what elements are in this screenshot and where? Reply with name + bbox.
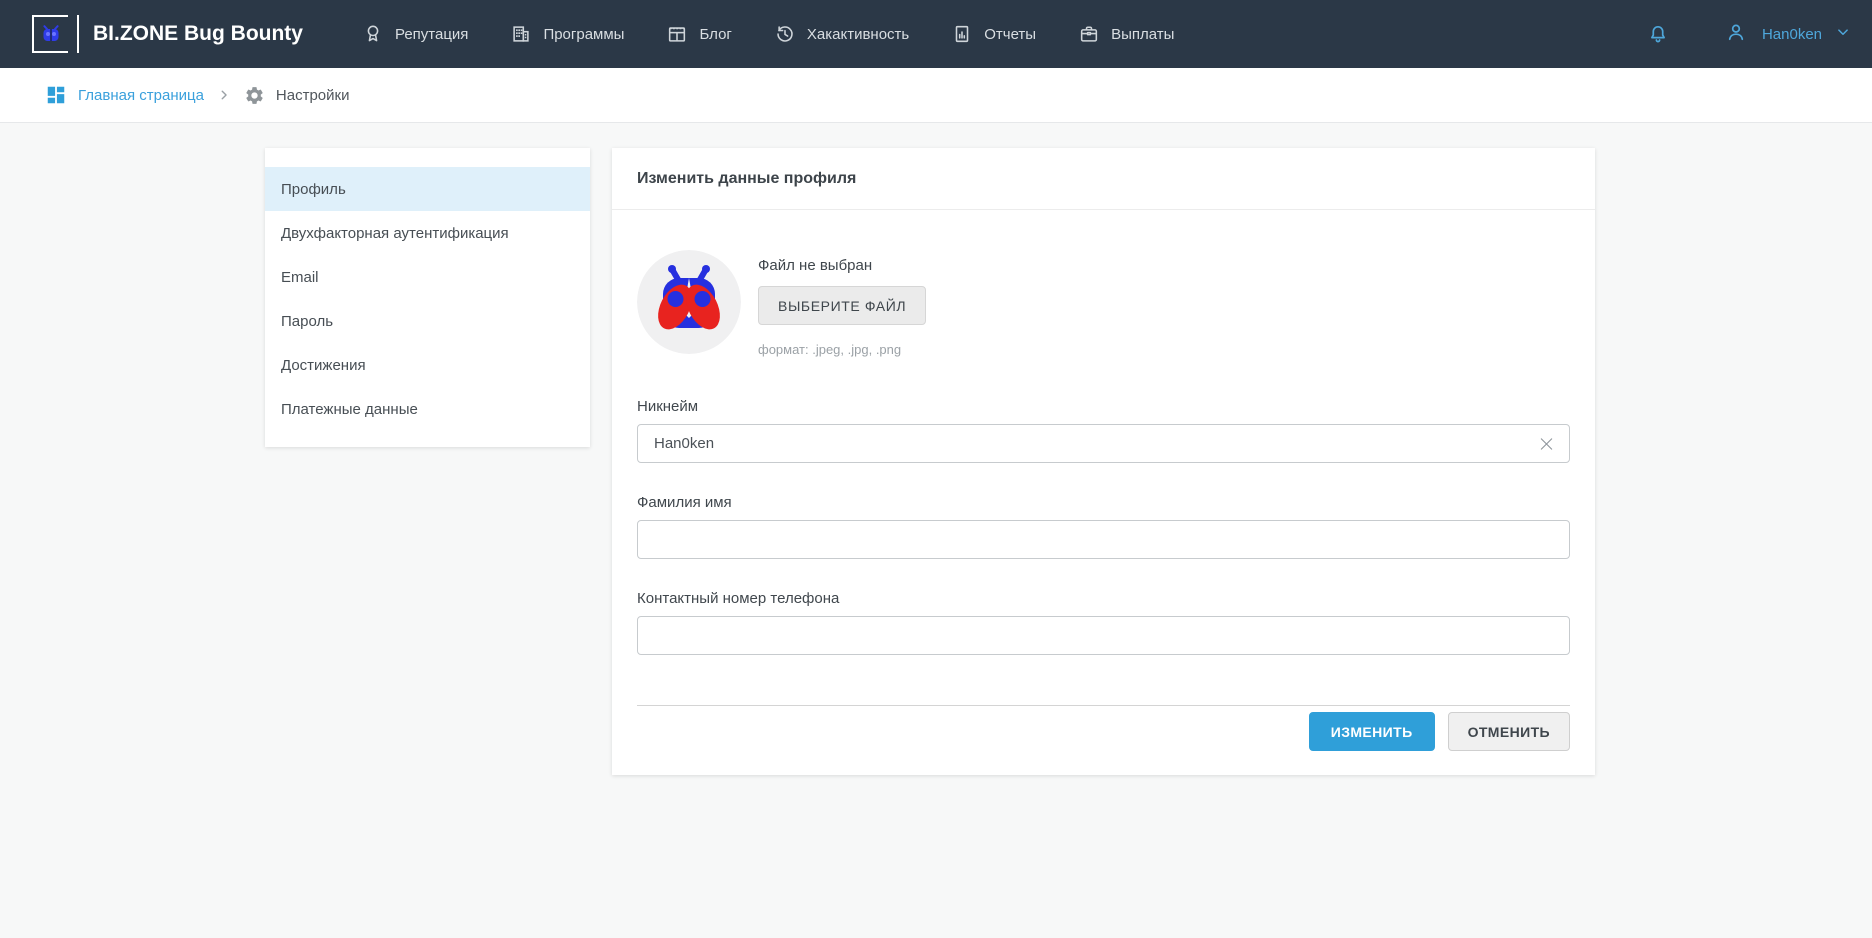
fullname-input-wrap bbox=[637, 520, 1570, 559]
main-menu: Репутация Программы bbox=[341, 0, 1195, 68]
bizone-logo-icon bbox=[32, 15, 68, 53]
nav-item-label: Блог bbox=[699, 26, 731, 43]
user-menu[interactable]: Han0ken bbox=[1724, 20, 1852, 48]
nickname-group: Никнейм bbox=[637, 398, 1570, 463]
breadcrumb-home-link[interactable]: Главная страница bbox=[45, 84, 204, 106]
nav-item-blog[interactable]: Блог bbox=[645, 0, 752, 68]
gear-icon bbox=[244, 85, 265, 106]
clear-nickname-icon[interactable] bbox=[1535, 432, 1558, 455]
dashboard-icon bbox=[45, 84, 67, 106]
briefcase-icon bbox=[1078, 23, 1100, 45]
sidebar-item-label: Email bbox=[281, 269, 319, 286]
submit-button[interactable]: ИЗМЕНИТЬ bbox=[1309, 712, 1435, 751]
nav-item-label: Программы bbox=[543, 26, 624, 43]
nav-item-label: Репутация bbox=[395, 26, 468, 43]
sidebar-item-label: Профиль bbox=[281, 181, 346, 198]
content-area: Профиль Двухфакторная аутентификация Ema… bbox=[0, 123, 1872, 805]
phone-input-wrap bbox=[637, 616, 1570, 655]
nickname-label: Никнейм bbox=[637, 398, 1570, 415]
nav-item-hackactivity[interactable]: Хакактивность bbox=[753, 0, 930, 68]
nickname-input[interactable] bbox=[637, 424, 1570, 463]
building-icon bbox=[510, 23, 532, 45]
file-format-hint: формат: .jpeg, .jpg, .png bbox=[758, 342, 926, 357]
sidebar-item-email[interactable]: Email bbox=[265, 255, 590, 299]
phone-input[interactable] bbox=[637, 616, 1570, 655]
sidebar-item-label: Платежные данные bbox=[281, 401, 418, 418]
phone-label: Контактный номер телефона bbox=[637, 590, 1570, 607]
cancel-button[interactable]: ОТМЕНИТЬ bbox=[1448, 712, 1570, 751]
sidebar-item-profile[interactable]: Профиль bbox=[265, 167, 590, 211]
news-icon bbox=[666, 23, 688, 45]
nav-item-programs[interactable]: Программы bbox=[489, 0, 645, 68]
fullname-group: Фамилия имя bbox=[637, 494, 1570, 559]
fullname-input[interactable] bbox=[637, 520, 1570, 559]
choose-file-button[interactable]: ВЫБЕРИТЕ ФАЙЛ bbox=[758, 286, 926, 325]
logo-bar bbox=[77, 15, 79, 53]
breadcrumb: Главная страница Настройки bbox=[0, 68, 1872, 123]
medal-icon bbox=[362, 23, 384, 45]
navbar-right: Han0ken bbox=[1646, 20, 1852, 48]
report-icon bbox=[951, 23, 973, 45]
breadcrumb-home-label: Главная страница bbox=[78, 87, 204, 104]
form-actions: ИЗМЕНИТЬ ОТМЕНИТЬ bbox=[637, 712, 1570, 751]
ladybug-avatar bbox=[637, 250, 741, 354]
nav-item-reports[interactable]: Отчеты bbox=[930, 0, 1057, 68]
top-navbar: BI.ZONE Bug Bounty Репутация bbox=[0, 0, 1872, 68]
ladybug-mini-icon bbox=[41, 25, 61, 43]
avatar-section: Файл не выбран ВЫБЕРИТЕ ФАЙЛ формат: .jp… bbox=[637, 250, 1570, 357]
sidebar-item-two-factor[interactable]: Двухфакторная аутентификация bbox=[265, 211, 590, 255]
user-icon bbox=[1724, 20, 1748, 48]
brand-title: BI.ZONE Bug Bounty bbox=[93, 22, 303, 46]
sidebar-item-label: Пароль bbox=[281, 313, 333, 330]
fullname-label: Фамилия имя bbox=[637, 494, 1570, 511]
breadcrumb-current-label: Настройки bbox=[276, 87, 350, 104]
profile-form: Файл не выбран ВЫБЕРИТЕ ФАЙЛ формат: .jp… bbox=[612, 210, 1595, 775]
profile-edit-card: Изменить данные профиля Файл bbox=[612, 148, 1595, 775]
form-divider bbox=[637, 705, 1570, 706]
chevron-right-icon bbox=[217, 88, 231, 102]
chevron-down-icon bbox=[1834, 23, 1852, 45]
username-label: Han0ken bbox=[1762, 26, 1822, 43]
settings-sidebar: Профиль Двухфакторная аутентификация Ema… bbox=[265, 148, 590, 447]
sidebar-item-password[interactable]: Пароль bbox=[265, 299, 590, 343]
phone-group: Контактный номер телефона bbox=[637, 590, 1570, 655]
nav-item-payouts[interactable]: Выплаты bbox=[1057, 0, 1195, 68]
file-status-text: Файл не выбран bbox=[758, 257, 926, 274]
nav-item-label: Выплаты bbox=[1111, 26, 1174, 43]
breadcrumb-current: Настройки bbox=[244, 85, 350, 106]
notifications-bell-icon[interactable] bbox=[1646, 22, 1670, 46]
file-upload-section: Файл не выбран ВЫБЕРИТЕ ФАЙЛ формат: .jp… bbox=[758, 250, 926, 357]
nav-item-label: Хакактивность bbox=[807, 26, 909, 43]
history-icon bbox=[774, 23, 796, 45]
sidebar-item-label: Достижения bbox=[281, 357, 366, 374]
sidebar-item-payment-data[interactable]: Платежные данные bbox=[265, 387, 590, 431]
sidebar-item-label: Двухфакторная аутентификация bbox=[281, 225, 509, 242]
nav-item-label: Отчеты bbox=[984, 26, 1036, 43]
card-title: Изменить данные профиля bbox=[612, 148, 1595, 210]
nickname-input-wrap bbox=[637, 424, 1570, 463]
nav-item-reputation[interactable]: Репутация bbox=[341, 0, 489, 68]
sidebar-item-achievements[interactable]: Достижения bbox=[265, 343, 590, 387]
brand-logo[interactable]: BI.ZONE Bug Bounty bbox=[32, 15, 303, 53]
